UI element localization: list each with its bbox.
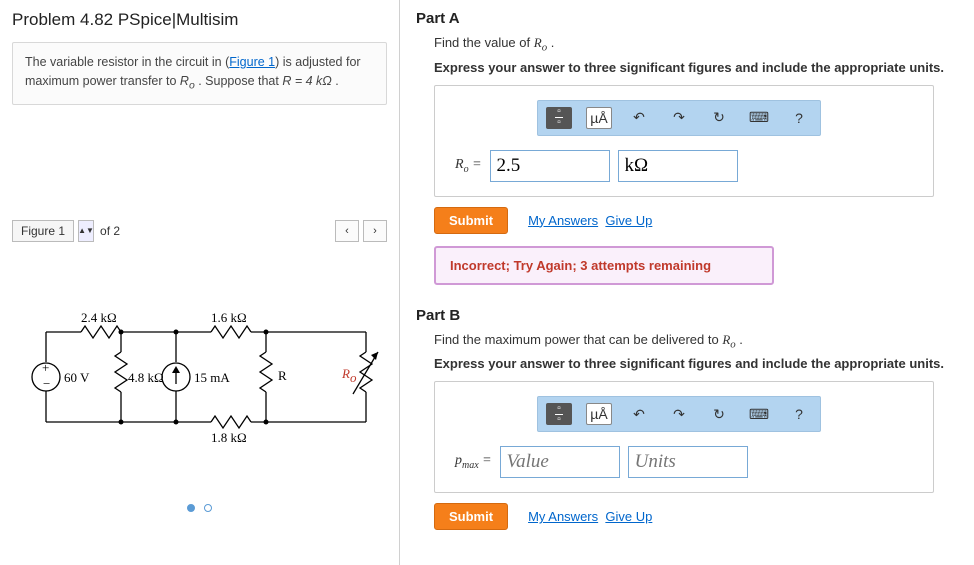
figure-pager bbox=[12, 500, 387, 515]
svg-text:2.4 kΩ: 2.4 kΩ bbox=[81, 310, 117, 325]
figure-stepper[interactable]: ▲▼ bbox=[78, 220, 94, 242]
keyboard-icon[interactable]: ⌨ bbox=[746, 403, 772, 425]
prompt-text-4: . bbox=[332, 74, 339, 88]
figure-of-text: of 2 bbox=[100, 224, 120, 238]
part-a-var-label: Ro = bbox=[455, 157, 482, 175]
pager-dot-2[interactable] bbox=[204, 504, 212, 512]
r-equation: R = 4 kΩ bbox=[282, 74, 331, 88]
svg-text:1.8 kΩ: 1.8 kΩ bbox=[211, 430, 247, 445]
reset-icon[interactable]: ↻ bbox=[706, 403, 732, 425]
part-a-submit-button[interactable]: Submit bbox=[434, 207, 508, 234]
svg-text:o: o bbox=[350, 370, 357, 385]
part-b-units-input[interactable] bbox=[628, 446, 748, 478]
part-a-answer-box: ▫▫ µÅ ↶ ↷ ↻ ⌨ ? Ro = bbox=[434, 85, 934, 197]
svg-text:1.6 kΩ: 1.6 kΩ bbox=[211, 310, 247, 325]
keyboard-icon[interactable]: ⌨ bbox=[746, 107, 772, 129]
units-icon[interactable]: µÅ bbox=[586, 403, 612, 425]
svg-text:15 mA: 15 mA bbox=[194, 370, 230, 385]
part-b-value-input[interactable] bbox=[500, 446, 620, 478]
reset-icon[interactable]: ↻ bbox=[706, 107, 732, 129]
problem-title: Problem 4.82 PSpice|Multisim bbox=[12, 10, 387, 30]
part-a-my-answers-link[interactable]: My Answers bbox=[528, 213, 598, 228]
part-a-format-instruction: Express your answer to three significant… bbox=[434, 60, 958, 75]
prompt-text-3: . Suppose that bbox=[195, 74, 283, 88]
units-icon[interactable]: µÅ bbox=[586, 107, 612, 129]
svg-text:60 V: 60 V bbox=[64, 370, 90, 385]
part-b-answer-row: pmax = bbox=[455, 446, 917, 478]
svg-text:−: − bbox=[43, 376, 50, 391]
part-a-feedback: Incorrect; Try Again; 3 attempts remaini… bbox=[434, 246, 774, 285]
redo-icon[interactable]: ↷ bbox=[666, 107, 692, 129]
part-b-my-answers-link[interactable]: My Answers bbox=[528, 509, 598, 524]
part-a-header: Part A bbox=[416, 10, 958, 27]
left-panel: Problem 4.82 PSpice|Multisim The variabl… bbox=[0, 0, 400, 565]
part-a-toolbar: ▫▫ µÅ ↶ ↷ ↻ ⌨ ? bbox=[537, 100, 821, 136]
part-b: Part B Find the maximum power that can b… bbox=[416, 307, 958, 531]
part-b-toolbar: ▫▫ µÅ ↶ ↷ ↻ ⌨ ? bbox=[537, 396, 821, 432]
undo-icon[interactable]: ↶ bbox=[626, 107, 652, 129]
part-b-instruction: Find the maximum power that can be deliv… bbox=[434, 332, 958, 351]
problem-prompt: The variable resistor in the circuit in … bbox=[12, 42, 387, 105]
help-icon[interactable]: ? bbox=[786, 107, 812, 129]
part-b-answer-box: ▫▫ µÅ ↶ ↷ ↻ ⌨ ? pmax = bbox=[434, 381, 934, 493]
template-icon[interactable]: ▫▫ bbox=[546, 403, 572, 425]
prompt-text-1: The variable resistor in the circuit in … bbox=[25, 55, 229, 69]
svg-text:R: R bbox=[341, 366, 350, 381]
template-icon[interactable]: ▫▫ bbox=[546, 107, 572, 129]
figure-prev-button[interactable]: ‹ bbox=[335, 220, 359, 242]
help-icon[interactable]: ? bbox=[786, 403, 812, 425]
part-a-give-up-link[interactable]: Give Up bbox=[605, 213, 652, 228]
figure-next-button[interactable]: › bbox=[363, 220, 387, 242]
figure-toolbar: Figure 1 ▲▼ of 2 ‹ › bbox=[12, 220, 387, 242]
figure-label: Figure 1 bbox=[12, 220, 74, 242]
part-a: Part A Find the value of Ro . Express yo… bbox=[416, 10, 958, 285]
part-b-give-up-link[interactable]: Give Up bbox=[605, 509, 652, 524]
part-a-answer-row: Ro = bbox=[455, 150, 917, 182]
part-a-value-input[interactable] bbox=[490, 150, 610, 182]
part-b-var-label: pmax = bbox=[455, 453, 492, 471]
right-panel: Part A Find the value of Ro . Express yo… bbox=[400, 0, 974, 565]
svg-text:4.8 kΩ: 4.8 kΩ bbox=[128, 370, 164, 385]
part-b-submit-button[interactable]: Submit bbox=[434, 503, 508, 530]
pager-dot-1[interactable] bbox=[187, 504, 195, 512]
circuit-figure: .w{stroke:#000;stroke-width:1.3;fill:non… bbox=[12, 292, 387, 482]
svg-text:R: R bbox=[278, 368, 287, 383]
part-b-format-instruction: Express your answer to three significant… bbox=[434, 356, 958, 371]
figure-link[interactable]: Figure 1 bbox=[229, 55, 275, 69]
ro-symbol: Ro bbox=[180, 74, 195, 88]
redo-icon[interactable]: ↷ bbox=[666, 403, 692, 425]
part-a-instruction: Find the value of Ro . bbox=[434, 35, 958, 54]
undo-icon[interactable]: ↶ bbox=[626, 403, 652, 425]
svg-text:+: + bbox=[42, 360, 49, 375]
part-a-units-input[interactable] bbox=[618, 150, 738, 182]
part-b-buttons: Submit My Answers Give Up bbox=[434, 503, 958, 530]
part-a-buttons: Submit My Answers Give Up bbox=[434, 207, 958, 234]
part-b-header: Part B bbox=[416, 307, 958, 324]
